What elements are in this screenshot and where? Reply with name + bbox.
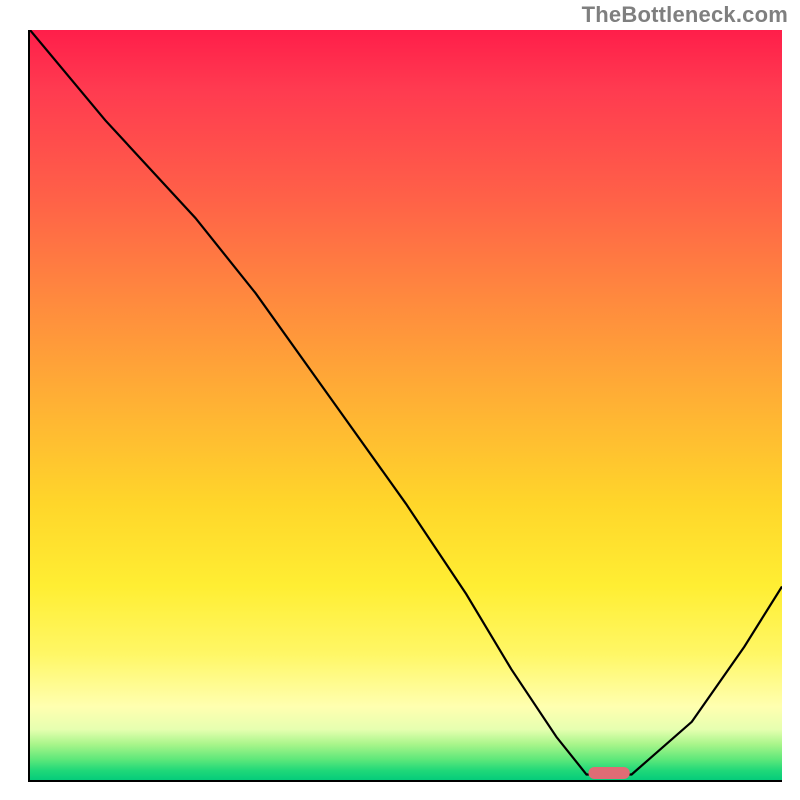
curve-layer — [30, 30, 782, 782]
plot-area — [30, 30, 782, 782]
x-axis — [30, 780, 782, 782]
chart-container: TheBottleneck.com — [0, 0, 800, 800]
bottleneck-curve-line — [30, 30, 782, 775]
optimal-marker — [588, 767, 629, 779]
watermark-text: TheBottleneck.com — [582, 2, 788, 28]
y-axis — [28, 30, 30, 782]
